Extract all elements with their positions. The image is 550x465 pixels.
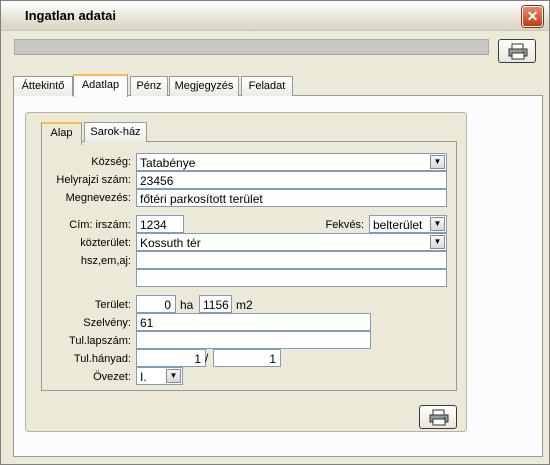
chevron-down-icon[interactable]: ▼	[430, 235, 445, 249]
tab-penz[interactable]: Pénz	[130, 76, 168, 96]
title-bar[interactable]: Ingatlan adatai ✕	[1, 1, 549, 31]
szelveny-label: Szelvény:	[83, 317, 131, 329]
fekves-select[interactable]: belterület ▼	[369, 215, 447, 233]
hsz-label: hsz,em,aj:	[80, 255, 131, 267]
ovezet-select[interactable]: I. ▼	[136, 367, 183, 385]
tul-lapszam-label: Tul.lapszám:	[69, 335, 131, 347]
tab-adatlap[interactable]: Adatlap	[73, 74, 128, 97]
tab-sarok-haz[interactable]: Sarok-ház	[84, 122, 147, 142]
print-button-top[interactable]	[498, 39, 536, 63]
tab-alap[interactable]: Alap	[41, 122, 82, 145]
chevron-down-icon[interactable]: ▼	[166, 369, 181, 383]
window: Ingatlan adatai ✕ Áttekintő Adatlap Pénz…	[0, 0, 550, 465]
m2-unit: m2	[236, 298, 253, 312]
terulet-label: Terület:	[94, 299, 131, 311]
tul-lapszam-field[interactable]	[136, 331, 371, 349]
terulet-m2-field[interactable]: 1156	[199, 295, 232, 313]
hsz-field-2[interactable]	[136, 269, 447, 287]
tul-hanyad-num-field[interactable]: 1	[136, 349, 206, 367]
kozseg-value: Tatabénye	[140, 156, 196, 170]
tab-feladat[interactable]: Feladat	[241, 76, 293, 96]
helyrajzi-label: Helyrajzi szám:	[56, 174, 131, 186]
chevron-down-icon[interactable]: ▼	[430, 155, 445, 169]
fekves-value: belterület	[373, 218, 423, 232]
hsz-field-1[interactable]	[136, 251, 447, 269]
printer-icon	[429, 409, 449, 426]
terulet-ha-field[interactable]: 0	[136, 295, 176, 313]
fekves-label: Fekvés:	[325, 219, 364, 231]
ovezet-label: Övezet:	[93, 371, 131, 383]
kozterulet-label: közterület:	[80, 237, 131, 249]
tul-hanyad-label: Tul.hányad:	[73, 353, 131, 365]
irszam-label: Cím: irszám:	[69, 219, 131, 231]
tab-megjegyzes[interactable]: Megjegyzés	[169, 76, 239, 96]
close-button[interactable]: ✕	[522, 6, 543, 27]
megnevezes-label: Megnevezés:	[65, 192, 131, 204]
kozseg-select[interactable]: Tatabénye ▼	[136, 153, 447, 171]
megnevezes-field[interactable]: főtéri parkosított terület	[136, 189, 447, 207]
ha-unit: ha	[180, 298, 194, 312]
kozterulet-value: Kossuth tér	[140, 236, 201, 250]
ovezet-value: I.	[140, 370, 147, 384]
irszam-field[interactable]: 1234	[136, 215, 184, 233]
kozseg-label: Község:	[91, 156, 131, 168]
tul-hanyad-den-field[interactable]: 1	[213, 349, 281, 367]
window-title: Ingatlan adatai	[25, 8, 117, 23]
helyrajzi-field[interactable]: 23456	[136, 171, 447, 189]
kozterulet-select[interactable]: Kossuth tér ▼	[136, 233, 447, 251]
chevron-down-icon[interactable]: ▼	[430, 217, 445, 231]
print-button-bottom[interactable]	[419, 405, 457, 429]
progress-bar	[14, 39, 489, 55]
tab-attekinto[interactable]: Áttekintő	[13, 76, 73, 96]
tul-hanyad-sep: /	[205, 351, 209, 365]
szelveny-field[interactable]: 61	[136, 313, 371, 331]
printer-icon	[508, 43, 528, 60]
